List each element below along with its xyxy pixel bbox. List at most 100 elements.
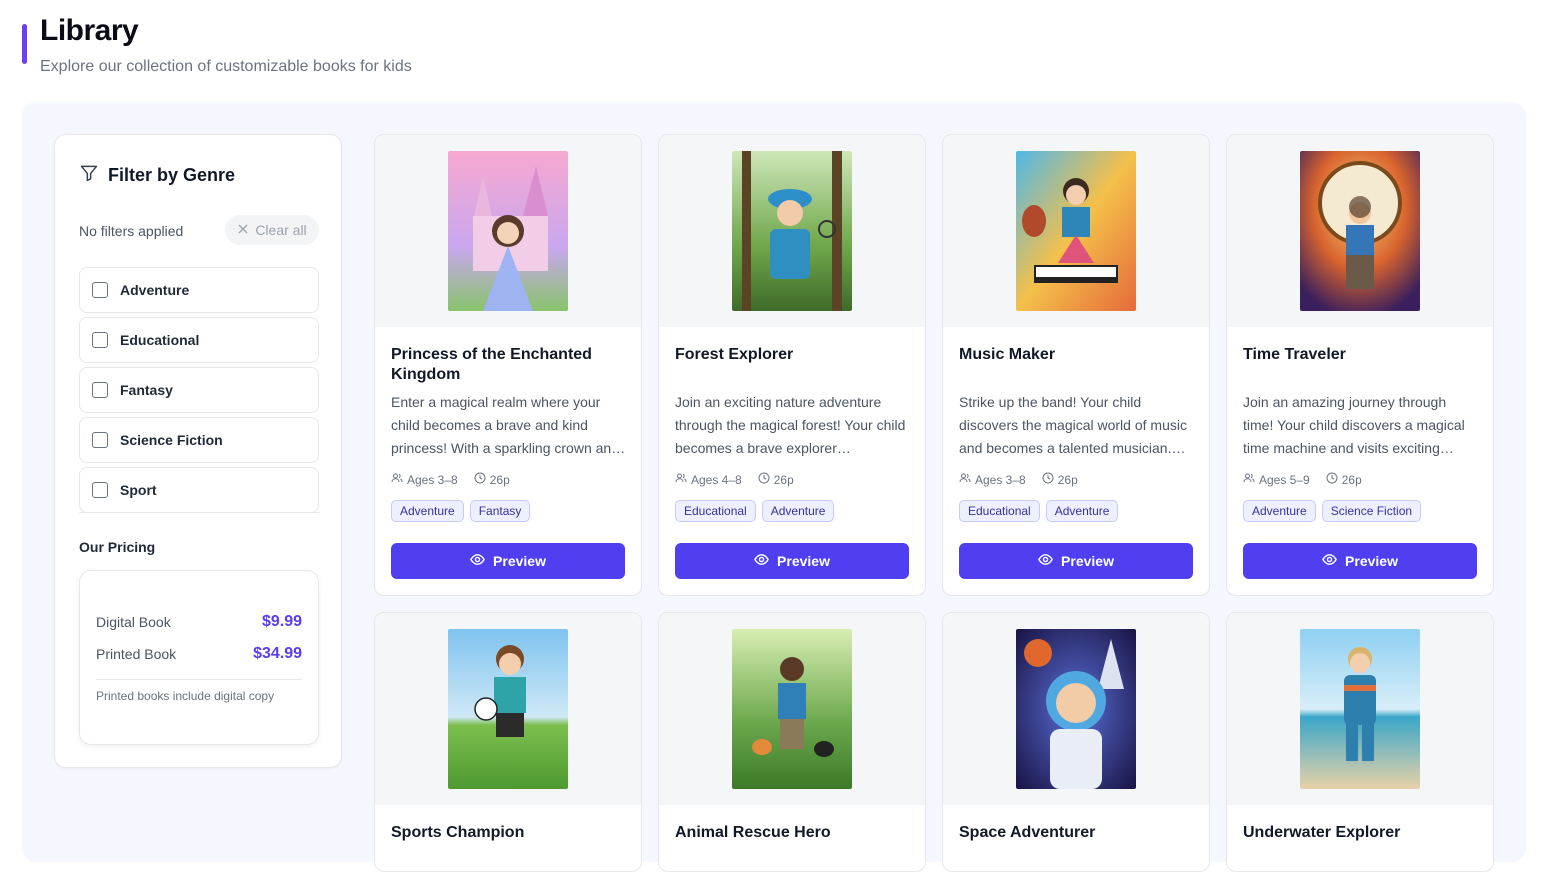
cover-area [1227,613,1493,805]
genre-checkbox[interactable] [92,482,108,498]
page-count: 26p [758,472,794,487]
book-card[interactable]: Forest Explorer Join an exciting nature … [658,134,926,596]
clock-icon [1042,472,1054,487]
genre-checkbox[interactable] [92,332,108,348]
page-count: 26p [1042,472,1078,487]
filter-sidebar: Filter by Genre No filters applied Clear… [54,134,342,768]
tag-list: Educational Adventure [959,500,1119,522]
clock-icon [1326,472,1338,487]
genre-label: Adventure [120,282,190,298]
book-card[interactable]: Music Maker Strike up the band! Your chi… [942,134,1210,596]
book-title[interactable]: Sports Champion [391,823,627,843]
genre-filter-educational[interactable]: Educational [79,317,319,363]
cover-area [943,135,1209,327]
age-range: Ages 5–9 [1243,472,1310,487]
no-filters-text: No filters applied [79,223,184,239]
clear-all-label: Clear all [255,222,307,238]
book-cover-image[interactable] [732,629,852,789]
age-text: Ages 3–8 [407,472,458,487]
sidebar-divider [79,512,319,513]
genre-filter-sport[interactable]: Sport [79,467,319,513]
genre-filter-adventure[interactable]: Adventure [79,267,319,313]
users-icon [391,472,403,487]
page-count: 26p [474,472,510,487]
price-value: $34.99 [253,645,302,662]
age-range: Ages 3–8 [391,472,458,487]
book-card[interactable]: Sports Champion [374,612,642,872]
book-card[interactable]: Time Traveler Join an amazing journey th… [1226,134,1494,596]
pricing-title: Our Pricing [79,539,156,555]
book-title[interactable]: Underwater Explorer [1243,823,1479,843]
book-card[interactable]: Princess of the Enchanted Kingdom Enter … [374,134,642,596]
book-title[interactable]: Princess of the Enchanted Kingdom [391,345,627,385]
filter-title: Filter by Genre [108,165,236,185]
book-description: Join an amazing journey through time! Yo… [1243,394,1465,456]
genre-filter-science-fiction[interactable]: Science Fiction [79,417,319,463]
cover-area [375,613,641,805]
book-title[interactable]: Music Maker [959,345,1195,365]
age-range: Ages 3–8 [959,472,1026,487]
book-cover-image[interactable] [1016,151,1136,311]
book-cover-image[interactable] [732,151,852,311]
price-label: Printed Book [96,646,177,662]
eye-icon [1038,552,1053,570]
book-cover-image[interactable] [448,629,568,789]
page-count: 26p [1326,472,1362,487]
cover-area [659,135,925,327]
page-title: Library [40,14,139,47]
book-description: Enter a magical realm where your child b… [391,394,619,456]
pages-text: 26p [1057,472,1078,487]
preview-button[interactable]: Preview [675,543,909,579]
preview-button[interactable]: Preview [391,543,625,579]
genre-checkbox[interactable] [92,282,108,298]
title-accent-bar [22,24,27,64]
preview-button[interactable]: Preview [959,543,1193,579]
pages-text: 26p [773,472,794,487]
book-cover-image[interactable] [1300,151,1420,311]
genre-checkbox[interactable] [92,432,108,448]
genre-checkbox[interactable] [92,382,108,398]
book-title[interactable]: Space Adventurer [959,823,1195,843]
eye-icon [754,552,769,570]
cover-area [375,135,641,327]
price-label: Digital Book [96,614,171,630]
cover-area [1227,135,1493,327]
tag-list: Adventure Fantasy [391,500,531,522]
book-card[interactable]: Animal Rescue Hero [658,612,926,872]
clock-icon [474,472,486,487]
book-title[interactable]: Animal Rescue Hero [675,823,911,843]
book-cover-image[interactable] [1016,629,1136,789]
cover-area [659,613,925,805]
genre-tag: Adventure [1045,500,1119,522]
book-meta: Ages 4–8 26p [675,472,794,487]
book-card[interactable]: Space Adventurer [942,612,1210,872]
pages-text: 26p [1341,472,1362,487]
genre-tag: Educational [675,500,756,522]
preview-label: Preview [493,553,546,569]
funnel-icon [79,163,99,188]
book-title[interactable]: Forest Explorer [675,345,911,365]
book-meta: Ages 5–9 26p [1243,472,1362,487]
genre-label: Science Fiction [120,432,223,448]
users-icon [959,472,971,487]
age-text: Ages 3–8 [975,472,1026,487]
genre-label: Sport [120,482,157,498]
age-range: Ages 4–8 [675,472,742,487]
genre-tag: Fantasy [469,500,531,522]
book-description: Strike up the band! Your child discovers… [959,394,1187,456]
price-divider [96,679,302,680]
preview-button[interactable]: Preview [1243,543,1477,579]
book-title[interactable]: Time Traveler [1243,345,1479,365]
preview-label: Preview [1345,553,1398,569]
clock-icon [758,472,770,487]
book-meta: Ages 3–8 26p [959,472,1078,487]
genre-tag: Adventure [391,500,464,522]
book-cover-image[interactable] [1300,629,1420,789]
book-card[interactable]: Underwater Explorer [1226,612,1494,872]
genre-filter-fantasy[interactable]: Fantasy [79,367,319,413]
age-text: Ages 5–9 [1259,472,1310,487]
eye-icon [1322,552,1337,570]
book-cover-image[interactable] [448,151,568,311]
price-row-digital: Digital Book $9.99 [96,613,302,631]
clear-all-button[interactable]: Clear all [225,215,319,245]
